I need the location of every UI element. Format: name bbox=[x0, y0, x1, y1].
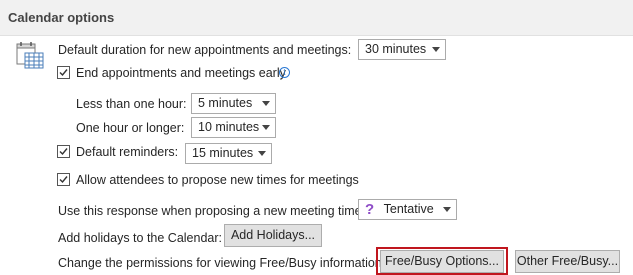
chevron-down-icon bbox=[258, 151, 266, 156]
end-early-checkbox[interactable] bbox=[57, 66, 70, 79]
chevron-down-icon bbox=[432, 47, 440, 52]
hour-or-longer-dropdown[interactable]: 10 minutes bbox=[191, 117, 276, 138]
reminders-value: 15 minutes bbox=[192, 146, 254, 160]
propose-times-label: Allow attendees to propose new times for… bbox=[76, 173, 359, 187]
checkmark-icon bbox=[59, 148, 68, 156]
add-holidays-button[interactable]: Add Holidays... bbox=[224, 224, 322, 247]
checkmark-icon bbox=[59, 69, 68, 77]
holidays-label: Add holidays to the Calendar: bbox=[58, 231, 222, 245]
calendar-icon bbox=[16, 42, 44, 69]
permissions-label: Change the permissions for viewing Free/… bbox=[58, 256, 386, 270]
less-than-hour-value: 5 minutes bbox=[198, 96, 253, 110]
chevron-down-icon bbox=[262, 125, 270, 130]
info-icon[interactable]: i bbox=[279, 67, 290, 78]
end-early-label: End appointments and meetings early bbox=[76, 66, 286, 80]
duration-value: 30 minutes bbox=[365, 42, 427, 56]
propose-times-checkbox[interactable] bbox=[57, 173, 70, 186]
chevron-down-icon bbox=[262, 101, 270, 106]
less-than-hour-label: Less than one hour: bbox=[76, 97, 187, 111]
checkmark-icon bbox=[59, 176, 68, 184]
duration-dropdown[interactable]: 30 minutes bbox=[358, 39, 446, 60]
hour-or-longer-label: One hour or longer: bbox=[76, 121, 185, 135]
response-dropdown[interactable]: ? Tentative bbox=[358, 199, 457, 220]
other-free-busy-button[interactable]: Other Free/Busy... bbox=[515, 250, 620, 273]
reminders-dropdown[interactable]: 15 minutes bbox=[185, 143, 272, 164]
chevron-down-icon bbox=[443, 207, 451, 212]
response-value: Tentative bbox=[383, 202, 434, 216]
reminders-label: Default reminders: bbox=[76, 145, 179, 159]
hour-or-longer-value: 10 minutes bbox=[198, 120, 260, 134]
reminders-checkbox[interactable] bbox=[57, 145, 70, 158]
section-title: Calendar options bbox=[8, 10, 115, 25]
less-than-hour-dropdown[interactable]: 5 minutes bbox=[191, 93, 276, 114]
free-busy-options-button[interactable]: Free/Busy Options... bbox=[380, 250, 504, 273]
section-header: Calendar options bbox=[0, 0, 633, 36]
question-mark-icon: ? bbox=[365, 201, 375, 218]
response-label: Use this response when proposing a new m… bbox=[58, 204, 366, 218]
duration-label: Default duration for new appointments an… bbox=[58, 43, 352, 57]
